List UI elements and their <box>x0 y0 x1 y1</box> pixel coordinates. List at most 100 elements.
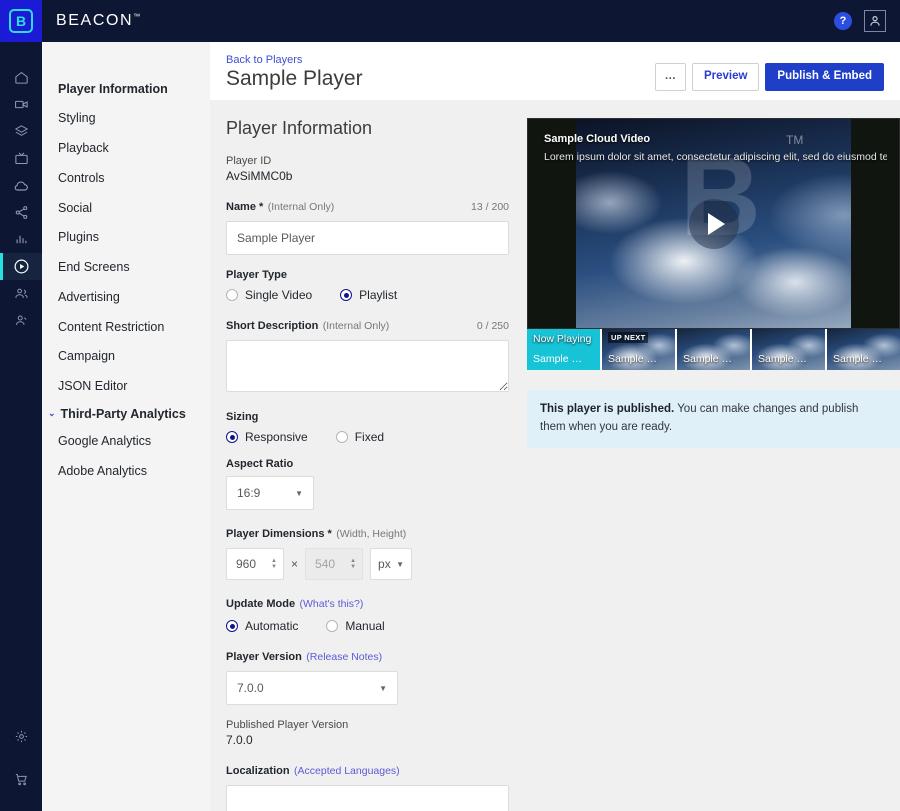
sidebar-item-adobe-analytics[interactable]: Adobe Analytics <box>58 456 210 486</box>
stepper-arrows-icon[interactable]: ▲ ▼ <box>271 558 277 570</box>
play-circle-icon[interactable] <box>0 253 42 280</box>
height-stepper: 540 ▲ ▼ <box>305 548 364 580</box>
share-icon[interactable] <box>0 199 42 226</box>
video-description: Lorem ipsum dolor sit amet, consectetur … <box>544 151 887 163</box>
playlist-item[interactable]: Sample … <box>752 329 827 370</box>
player-id-value: AvSiMMC0b <box>226 169 293 183</box>
name-sublabel: (Internal Only) <box>267 201 335 213</box>
player-version-label: Player Version <box>226 651 302 663</box>
radio-manual[interactable] <box>326 620 339 632</box>
aspect-ratio-select[interactable]: 16:9 ▼ <box>226 476 314 510</box>
help-icon[interactable]: ? <box>834 12 852 30</box>
localization-label-wrap: Localization (Accepted Languages) <box>226 761 509 779</box>
users-icon[interactable] <box>0 280 42 307</box>
radio-automatic-label[interactable]: Automatic <box>245 619 298 633</box>
playlist-item-label: Sample … <box>758 353 808 365</box>
up-next-badge: UP NEXT <box>608 332 649 343</box>
radio-responsive-label[interactable]: Responsive <box>245 430 308 444</box>
name-input[interactable] <box>226 221 509 255</box>
page-header: Back to Players Sample Player … Preview … <box>210 42 900 100</box>
sidebar-item-controls[interactable]: Controls <box>58 163 210 193</box>
playlist-item[interactable]: UP NEXT Sample … <box>602 329 677 370</box>
radio-playlist-label[interactable]: Playlist <box>359 288 397 302</box>
sidebar-item-label: JSON Editor <box>58 379 128 393</box>
radio-playlist[interactable] <box>340 289 353 301</box>
gear-icon[interactable] <box>0 723 42 750</box>
play-button-icon[interactable] <box>688 198 739 249</box>
sidebar-item-label: Adobe Analytics <box>58 463 147 478</box>
video-icon[interactable] <box>0 91 42 118</box>
account-icon[interactable] <box>864 10 886 32</box>
localization-input[interactable] <box>226 785 509 811</box>
width-stepper[interactable]: 960 ▲ ▼ <box>226 548 284 580</box>
more-options-button[interactable]: … <box>655 63 686 91</box>
playlist-item[interactable]: Sample … <box>827 329 900 370</box>
sidebar-item-styling[interactable]: Styling <box>58 104 210 134</box>
name-label-row: Name * (Internal Only) 13 / 200 <box>226 197 509 215</box>
player-dimensions-label: Player Dimensions * <box>226 528 332 540</box>
preview-button[interactable]: Preview <box>691 63 760 91</box>
sidebar-group-label: Third-Party Analytics <box>60 406 186 421</box>
sidebar-item-label: Player Information <box>58 81 168 96</box>
back-to-players-link[interactable]: Back to Players <box>226 54 363 66</box>
player-type-label: Player Type <box>226 269 287 281</box>
sidebar-item-label: Content Restriction <box>58 319 165 334</box>
sidebar-item-campaign[interactable]: Campaign <box>58 342 210 372</box>
radio-manual-label[interactable]: Manual <box>345 619 384 633</box>
sidebar-item-label: Styling <box>58 111 96 126</box>
playlist-thumbnails: Now Playing Sample … UP NEXT Sample … Sa… <box>527 329 900 370</box>
publish-and-embed-button[interactable]: Publish & Embed <box>765 63 884 91</box>
brand-name: BEACON™ <box>56 12 142 30</box>
radio-fixed[interactable] <box>335 431 348 443</box>
radio-responsive[interactable] <box>226 431 238 443</box>
sidebar-item-playback[interactable]: Playback <box>58 134 210 164</box>
published-version-group: Published Player Version 7.0.0 <box>226 719 509 747</box>
sidebar-item-social[interactable]: Social <box>58 193 210 223</box>
short-description-group: Short Description (Internal Only) 0 / 25… <box>226 316 509 397</box>
player-type-radios: Single Video Playlist <box>226 288 509 302</box>
dimensions-unit-value: px <box>378 557 391 571</box>
bar-chart-icon[interactable] <box>0 226 42 253</box>
cloud-icon[interactable] <box>0 172 42 199</box>
layers-icon[interactable] <box>0 118 42 145</box>
app-root: B BEACON™ ? Player Information Styling P… <box>0 0 900 811</box>
main-content: Back to Players Sample Player … Preview … <box>210 42 900 811</box>
name-group: Name * (Internal Only) 13 / 200 <box>226 197 509 255</box>
sidebar-item-advertising[interactable]: Advertising <box>58 282 210 312</box>
whats-this-link[interactable]: (What's this?) <box>300 598 364 610</box>
localization-group: Localization (Accepted Languages) Includ… <box>226 761 509 811</box>
sizing-group: Sizing Responsive Fixed <box>226 411 509 444</box>
beacon-b-logo-icon: B <box>9 9 33 33</box>
sidebar-item-google-analytics[interactable]: Google Analytics <box>58 426 210 456</box>
player-id-group: Player ID AvSiMMC0b <box>226 155 509 183</box>
icon-rail <box>0 42 42 811</box>
accepted-languages-link[interactable]: (Accepted Languages) <box>294 765 400 777</box>
published-version-value: 7.0.0 <box>226 733 253 747</box>
sidebar-group-third-party-analytics[interactable]: ⌄ Third-Party Analytics <box>48 401 210 426</box>
radio-single-video[interactable] <box>226 289 238 301</box>
short-description-char-counter: 0 / 250 <box>476 320 509 332</box>
radio-single-video-label[interactable]: Single Video <box>245 288 312 302</box>
video-player-preview[interactable]: B TM Sample Cloud Video Lorem ipsum dolo… <box>527 118 900 329</box>
user-add-icon[interactable] <box>0 307 42 334</box>
chevron-down-icon: ⌄ <box>48 408 56 419</box>
release-notes-link[interactable]: (Release Notes) <box>306 651 382 663</box>
tv-icon[interactable] <box>0 145 42 172</box>
radio-automatic[interactable] <box>226 620 238 632</box>
sidebar-item-content-restriction[interactable]: Content Restriction <box>58 312 210 342</box>
dimensions-unit-select[interactable]: px ▼ <box>370 548 413 580</box>
sidebar-item-end-screens[interactable]: End Screens <box>58 253 210 283</box>
home-icon[interactable] <box>0 64 42 91</box>
player-version-select[interactable]: 7.0.0 ▼ <box>226 671 398 705</box>
brand-logo[interactable]: B <box>0 0 42 42</box>
short-description-textarea[interactable] <box>226 340 509 392</box>
cart-icon[interactable] <box>0 766 42 793</box>
playlist-item[interactable]: Now Playing Sample … <box>527 329 602 370</box>
sidebar-item-player-information[interactable]: Player Information <box>58 74 210 104</box>
name-char-counter: 13 / 200 <box>471 201 509 213</box>
sidebar-item-json-editor[interactable]: JSON Editor <box>58 372 210 402</box>
playlist-item[interactable]: Sample … <box>677 329 752 370</box>
sizing-label: Sizing <box>226 411 259 423</box>
sidebar-item-plugins[interactable]: Plugins <box>58 223 210 253</box>
radio-fixed-label[interactable]: Fixed <box>355 430 384 444</box>
